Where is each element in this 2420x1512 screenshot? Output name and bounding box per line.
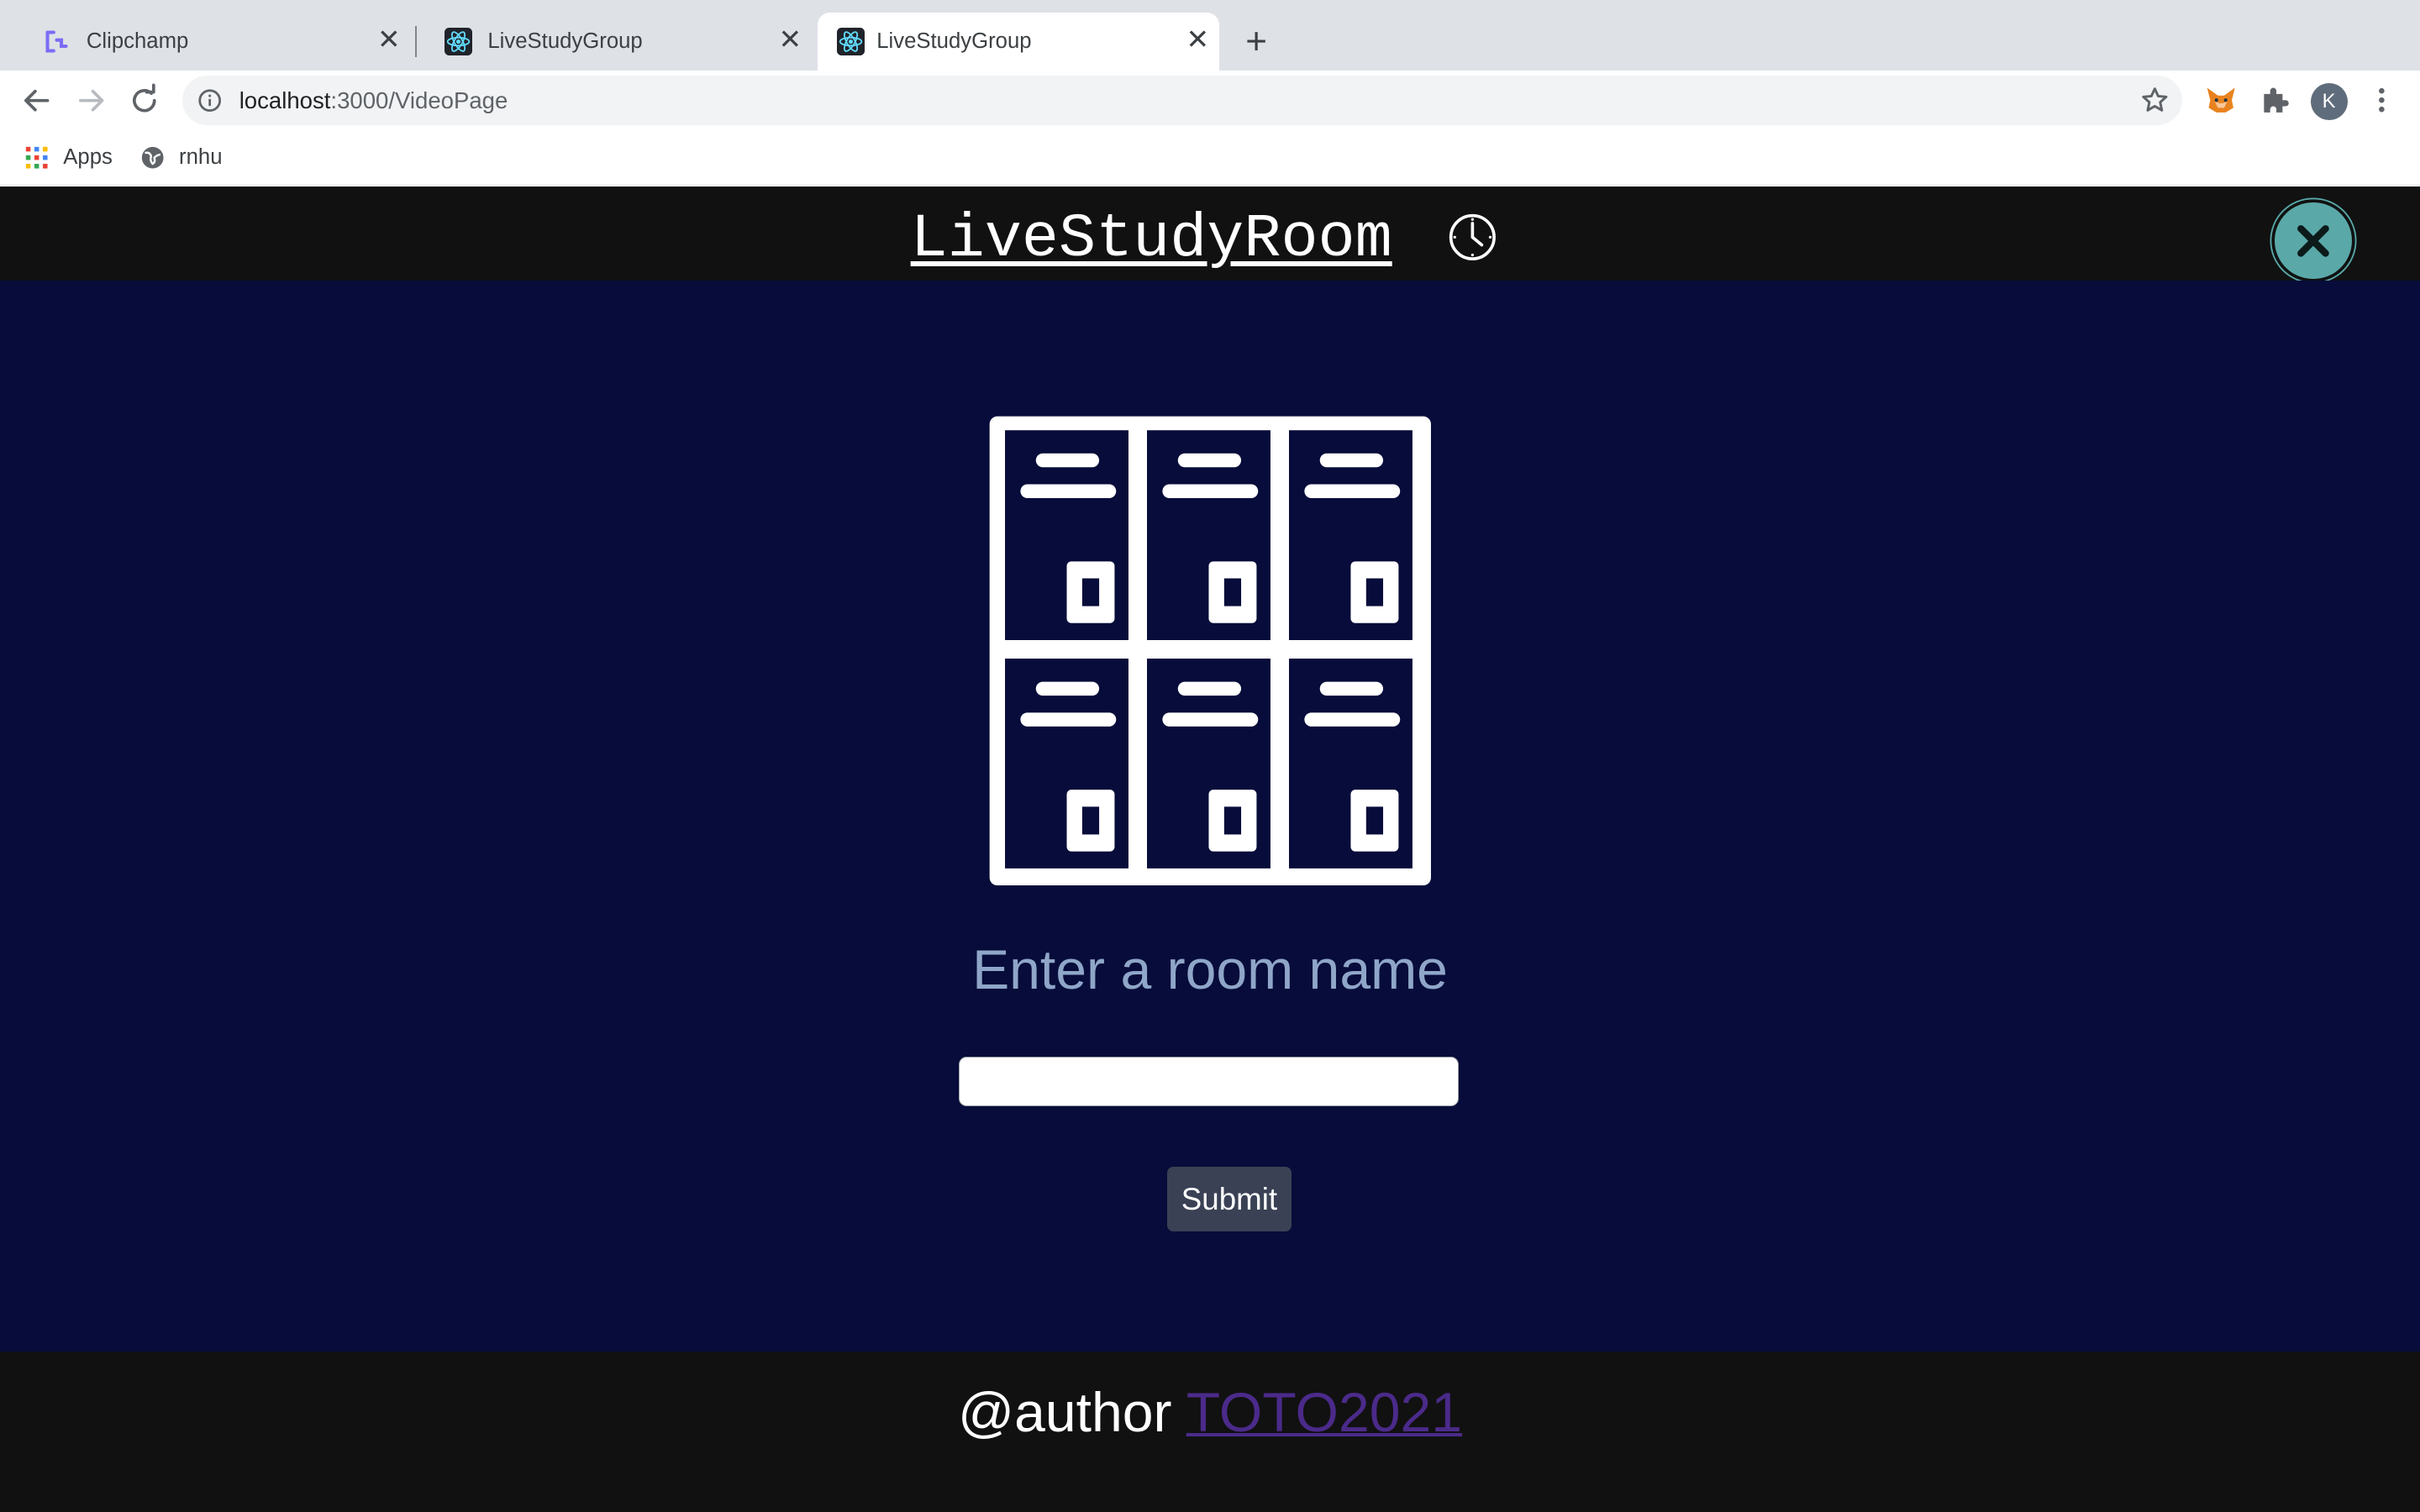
- author-prefix: @author: [957, 1381, 1186, 1444]
- reload-icon[interactable]: [124, 79, 166, 122]
- browser-toolbar: localhost:3000/VideoPage K: [0, 71, 2420, 130]
- url-path: :3000/VideoPage: [330, 87, 508, 113]
- bookmarks-bar: Apps rnhu: [0, 129, 2420, 186]
- tab-livestudygroup-active[interactable]: LiveStudyGroup ✕: [818, 12, 1220, 71]
- footer: @author TOTO2021: [0, 1351, 2420, 1512]
- address-bar[interactable]: localhost:3000/VideoPage: [182, 75, 2183, 125]
- tab-title: LiveStudyGroup: [487, 29, 643, 54]
- apps-grid-icon: [26, 146, 48, 169]
- more-menu-icon[interactable]: [2366, 83, 2397, 117]
- room-name-prompt: Enter a room name: [972, 938, 1448, 1001]
- clock-icon: [1449, 214, 1496, 261]
- bookmark-label: rnhu: [179, 144, 223, 169]
- app-header: LiveStudyRoom: [0, 186, 2420, 281]
- metamask-fox-icon[interactable]: [2204, 83, 2238, 117]
- close-button[interactable]: [2275, 202, 2353, 280]
- clipchamp-icon: [45, 30, 68, 53]
- url-host: localhost: [239, 87, 331, 113]
- forward-icon[interactable]: [70, 79, 113, 122]
- bookmark-star-icon[interactable]: [2139, 85, 2170, 116]
- extensions-puzzle-icon[interactable]: [2258, 83, 2291, 117]
- bookmark-label: Apps: [63, 144, 113, 169]
- globe-icon: [141, 146, 164, 169]
- new-tab-button[interactable]: +: [1234, 20, 1277, 63]
- close-tab-icon[interactable]: ✕: [1179, 22, 1216, 59]
- close-icon: [2297, 224, 2330, 257]
- room-name-input[interactable]: [958, 1057, 1459, 1106]
- author-link[interactable]: TOTO2021: [1186, 1382, 1462, 1444]
- profile-avatar[interactable]: K: [2310, 83, 2348, 121]
- tab-clipchamp[interactable]: Clipchamp ✕: [13, 13, 414, 71]
- close-tab-icon[interactable]: ✕: [771, 22, 808, 59]
- back-icon[interactable]: [15, 79, 58, 122]
- submit-button[interactable]: Submit: [1166, 1166, 1292, 1231]
- url-text: localhost:3000/VideoPage: [239, 88, 508, 113]
- tab-livestudygroup-1[interactable]: LiveStudyGroup ✕: [413, 13, 815, 71]
- tab-title: LiveStudyGroup: [876, 29, 1032, 54]
- close-tab-icon[interactable]: ✕: [371, 22, 408, 59]
- lockers-icon: [989, 416, 1431, 886]
- site-info-icon[interactable]: [197, 88, 222, 113]
- main-content: Enter a room name Submit: [0, 281, 2420, 1352]
- bookmark-apps[interactable]: Apps: [24, 142, 117, 173]
- footer-credit: @author TOTO2021: [0, 1381, 2420, 1446]
- react-icon: [836, 28, 865, 56]
- react-icon: [444, 28, 473, 56]
- tab-title: Clipchamp: [86, 29, 189, 54]
- browser-tab-strip: Clipchamp ✕ LiveStudyGroup ✕ LiveStudyGr…: [0, 0, 2420, 71]
- bookmark-rnhu[interactable]: rnhu: [140, 142, 233, 173]
- app-title-link[interactable]: LiveStudyRoom: [911, 206, 1392, 275]
